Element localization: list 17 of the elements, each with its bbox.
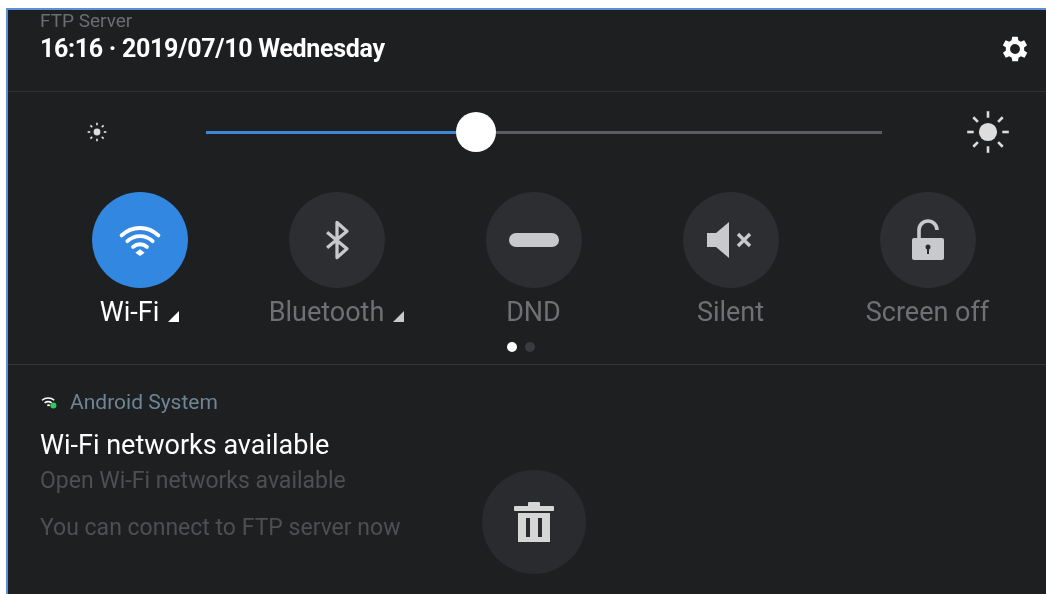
page-dot[interactable] <box>525 342 535 352</box>
corner-arrow-icon[interactable] <box>168 311 180 322</box>
minus-icon <box>508 233 559 247</box>
notification-title: Wi-Fi networks available <box>40 429 331 461</box>
tile-label[interactable]: Silent <box>696 296 765 328</box>
date-time: 16:16 · 2019/07/10 Wednesday <box>40 34 385 63</box>
tile-label[interactable]: Wi-Fi <box>99 296 160 328</box>
tile-label[interactable]: DND <box>506 296 561 328</box>
background-app-title: FTP Server <box>40 10 133 32</box>
wifi-icon <box>40 395 58 409</box>
slider-thumb[interactable] <box>456 111 497 152</box>
trash-icon <box>514 500 554 544</box>
app-name: Android System <box>70 390 218 414</box>
tile-label[interactable]: Screen off <box>865 296 990 328</box>
page-dot[interactable] <box>507 342 517 352</box>
corner-arrow-icon[interactable] <box>393 311 405 322</box>
tile-label[interactable]: Bluetooth <box>268 296 385 328</box>
